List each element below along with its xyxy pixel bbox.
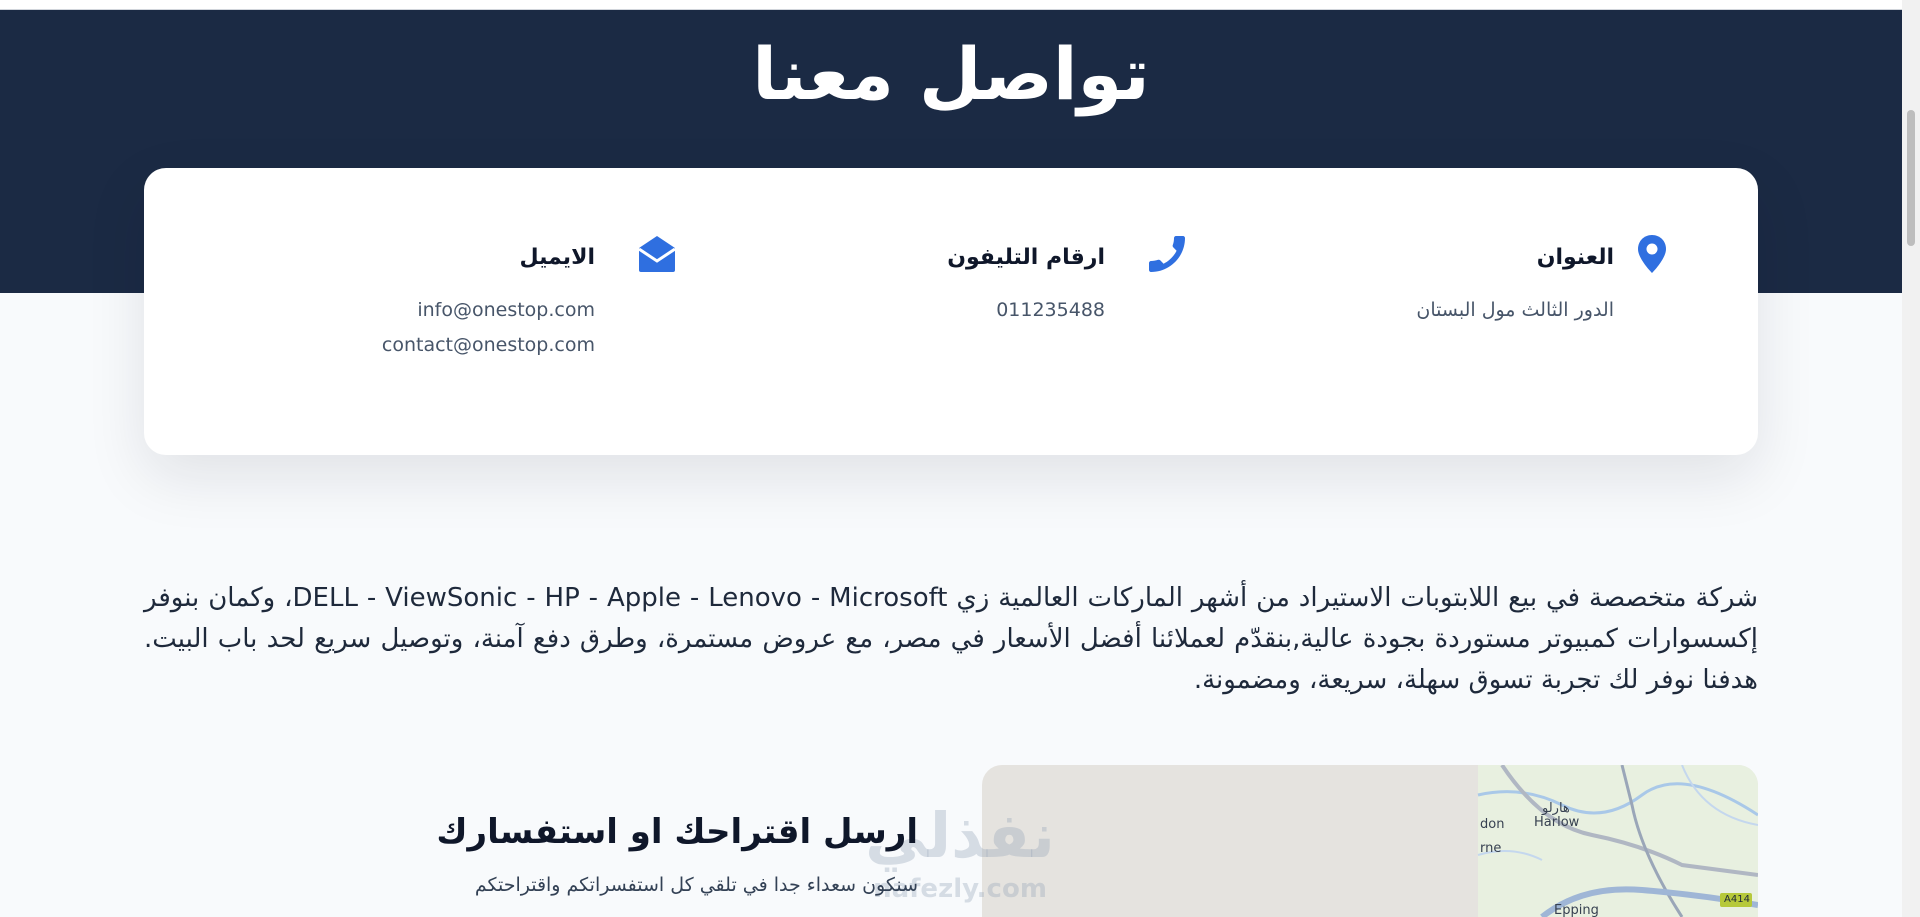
map-label-don: don	[1480, 817, 1505, 832]
contact-form-title: ارسل اقتراحك او استفسارك	[436, 812, 918, 852]
page-title: تواصل معنا	[752, 32, 1150, 116]
map-tiles	[1477, 765, 1758, 917]
scrollbar-thumb[interactable]	[1907, 110, 1915, 246]
phone-number[interactable]: 011235488	[745, 293, 1105, 328]
phone-title: ارقام التليفون	[947, 245, 1105, 270]
browser-top-strip	[0, 0, 1902, 10]
map-label-road: A414	[1724, 894, 1750, 905]
phone-block: ارقام التليفون 011235488	[745, 236, 1185, 328]
about-paragraph: شركة متخصصة في بيع اللابتوبات الاستيراد …	[144, 583, 1758, 695]
map-label-rne: rne	[1480, 841, 1502, 856]
email-title: الايميل	[519, 245, 595, 270]
envelope-open-icon	[635, 232, 679, 276]
contact-form-subtitle: سنكون سعداء جدا في تلقي كل استفسراتكم وا…	[474, 874, 918, 896]
location-map[interactable]: هارلو Harlow don rne A414 Epping	[982, 765, 1758, 917]
email-primary[interactable]: info@onestop.com	[235, 293, 595, 328]
map-label-harlow-en: Harlow	[1534, 815, 1580, 830]
map-label-epping: Epping	[1554, 903, 1599, 917]
email-secondary[interactable]: contact@onestop.com	[235, 328, 595, 363]
page-scrollbar[interactable]	[1902, 0, 1920, 917]
address-line: الدور الثالث مول البستان	[1416, 299, 1614, 321]
phone-icon	[1145, 232, 1189, 276]
address-block: العنوان الدور الثالث مول البستان	[1254, 235, 1666, 328]
map-pin-icon	[1630, 232, 1674, 276]
map-label-harlow-ar: هارلو	[1542, 801, 1570, 816]
contact-info-card: العنوان الدور الثالث مول البستان ارقام ا…	[144, 168, 1758, 455]
address-title: العنوان	[1536, 245, 1614, 270]
email-block: الايميل info@onestop.com contact@onestop…	[235, 236, 676, 363]
